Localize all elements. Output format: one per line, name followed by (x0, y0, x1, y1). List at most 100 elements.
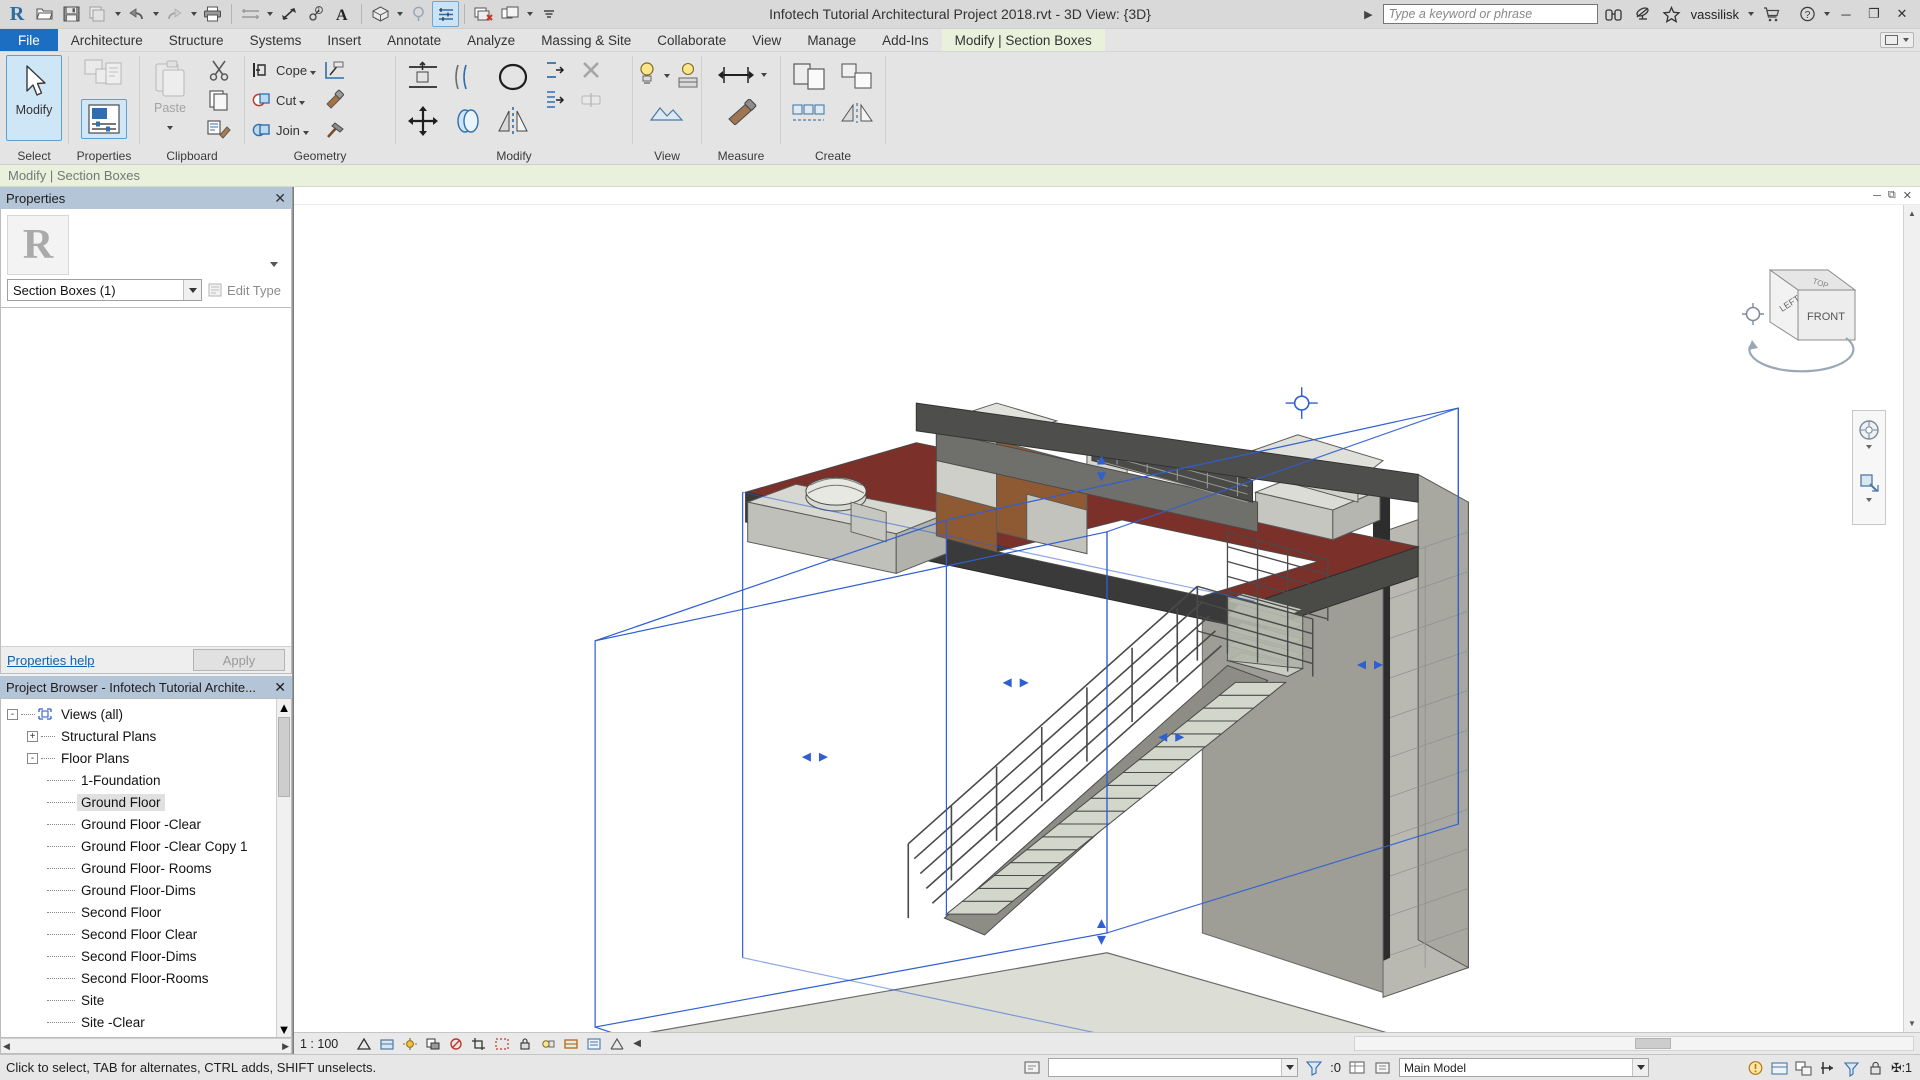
zoom-dropdown-icon[interactable] (1866, 502, 1872, 517)
tree-item[interactable]: - Floor Plans (1, 747, 291, 769)
save-icon[interactable] (58, 1, 85, 27)
worksets-status-icon[interactable] (1347, 1058, 1367, 1078)
filter-status-icon[interactable] (1841, 1058, 1861, 1078)
match-type-properties-icon[interactable] (198, 115, 240, 145)
save-as-dropdown-icon[interactable] (112, 1, 123, 27)
tree-item[interactable]: Ground Floor (1, 791, 291, 813)
view-settings-icon[interactable] (639, 99, 695, 127)
element-type-combo[interactable]: Section Boxes (1) (7, 279, 203, 301)
section-icon[interactable] (405, 1, 432, 27)
view-scale-label[interactable]: 1 : 100 (300, 1037, 338, 1051)
project-browser-scrollbar[interactable]: ▲ ▼ (276, 699, 291, 1037)
view-scroll-down-icon[interactable]: ▼ (1904, 1015, 1920, 1032)
save-as-icon[interactable] (85, 1, 112, 27)
tab-modify-section-boxes[interactable]: Modify | Section Boxes (941, 29, 1105, 51)
view-restore-icon[interactable]: ⧉ (1888, 189, 1896, 202)
trim-extend-multiple-icon[interactable] (538, 85, 572, 115)
tree-item[interactable]: Second Floor Clear (1, 923, 291, 945)
tab-file[interactable]: File (0, 29, 58, 51)
tree-item[interactable]: Second Floor-Dims (1, 945, 291, 967)
search-go-icon[interactable] (1600, 1, 1627, 27)
view-visibility-dropdown-icon[interactable] (662, 63, 673, 89)
hide-elements-icon[interactable] (673, 55, 703, 97)
tree-item[interactable]: - Views (all) (1, 703, 291, 725)
tab-analyze[interactable]: Analyze (454, 29, 528, 51)
view-vertical-scrollbar[interactable]: ▲ ▼ (1903, 205, 1920, 1032)
view-close-icon[interactable]: ✕ (1903, 189, 1912, 202)
minimize-button[interactable]: ─ (1832, 1, 1860, 27)
view-scroll-up-icon[interactable]: ▲ (1904, 205, 1920, 222)
shadows-icon[interactable] (424, 1035, 442, 1052)
mirror-pick-axis-icon[interactable] (490, 99, 536, 143)
demolish-icon[interactable] (318, 115, 352, 145)
hscroll-left-icon[interactable]: ◀ (3, 1041, 10, 1052)
default-3d-view-icon[interactable] (367, 1, 394, 27)
measure-dropdown-ribbon-icon[interactable] (759, 62, 770, 88)
tab-massing-site[interactable]: Massing & Site (528, 29, 644, 51)
collapse-icon[interactable]: - (7, 708, 18, 720)
element-type-dropdown-icon[interactable] (183, 280, 202, 300)
zoom-icon[interactable] (1856, 470, 1882, 496)
temporary-hide-isolate-icon[interactable] (539, 1035, 557, 1052)
tab-collaborate[interactable]: Collaborate (644, 29, 739, 51)
tree-item[interactable]: Second Floor (1, 901, 291, 923)
tree-item[interactable]: Ground Floor-Dims (1, 879, 291, 901)
filter-funnel-icon[interactable] (1304, 1058, 1324, 1078)
project-browser-tree[interactable]: - Views (all) + Structural Plans - Floor Plan… (0, 698, 292, 1038)
properties-help-link[interactable]: Properties help (7, 653, 94, 668)
hide-analytical-model-icon[interactable] (608, 1035, 626, 1052)
measure-between-references-icon[interactable] (713, 55, 759, 95)
switch-windows-dropdown-icon[interactable] (524, 1, 535, 27)
cut-dropdown-icon[interactable] (299, 93, 305, 108)
view-hscroll-thumb[interactable] (1635, 1038, 1671, 1049)
cope-button[interactable]: Cope (249, 55, 318, 85)
properties-parameter-grid[interactable] (0, 308, 292, 646)
show-crop-region-icon[interactable] (493, 1035, 511, 1052)
ribbon-display-options-button[interactable] (1880, 32, 1914, 48)
align-icon[interactable] (400, 55, 446, 99)
type-selector-dropdown-icon[interactable] (267, 257, 281, 271)
tab-annotate[interactable]: Annotate (374, 29, 454, 51)
filter-selection-dropdown-icon[interactable] (1281, 1059, 1298, 1076)
measure-tool-icon[interactable] (715, 95, 767, 129)
active-workset-dropdown-icon[interactable] (1632, 1059, 1649, 1076)
temporary-view-properties-icon[interactable] (585, 1035, 603, 1052)
favorites-star-icon[interactable] (1658, 1, 1685, 27)
create-similar-icon[interactable] (785, 55, 833, 97)
join-dropdown-icon[interactable] (303, 123, 309, 138)
open-icon[interactable] (31, 1, 58, 27)
visual-style-icon[interactable] (378, 1035, 396, 1052)
properties-palette-icon[interactable] (81, 99, 127, 139)
tab-add-ins[interactable]: Add-Ins (869, 29, 942, 51)
steering-wheels-icon[interactable] (1856, 417, 1882, 443)
user-menu-dropdown-icon[interactable] (1745, 1, 1756, 27)
tab-insert[interactable]: Insert (314, 29, 374, 51)
tree-item[interactable]: Second Floor-Rooms (1, 967, 291, 989)
split-icon[interactable] (574, 85, 608, 115)
tree-item[interactable]: Ground Floor -Clear (1, 813, 291, 835)
3d-view-canvas[interactable]: LEFT FRONT TOP ▲ ▼ (294, 205, 1920, 1032)
thin-lines-icon[interactable] (432, 1, 459, 27)
customize-qat-icon[interactable] (535, 1, 562, 27)
measure-icon[interactable] (237, 1, 264, 27)
detail-level-icon[interactable] (355, 1035, 373, 1052)
mirror-project-icon[interactable] (833, 99, 881, 127)
print-icon[interactable] (199, 1, 226, 27)
undo-icon[interactable] (123, 1, 150, 27)
tree-item[interactable]: Site (1, 989, 291, 1011)
paste-button[interactable]: Paste (144, 55, 196, 141)
cut-geometry-button[interactable]: Cut (249, 85, 318, 115)
aligned-dimension-icon[interactable] (275, 1, 302, 27)
text-icon[interactable]: A (329, 1, 356, 27)
array-icon[interactable] (785, 99, 833, 127)
undo-dropdown-icon[interactable] (150, 1, 161, 27)
tab-view[interactable]: View (739, 29, 794, 51)
selection-lock-icon[interactable] (1865, 1058, 1885, 1078)
exclude-options-icon[interactable] (1745, 1058, 1765, 1078)
move-icon[interactable] (400, 99, 446, 143)
tree-item[interactable]: + Structural Plans (1, 725, 291, 747)
offset-icon[interactable] (448, 55, 488, 99)
active-workset-combo[interactable]: Main Model (1399, 1058, 1650, 1077)
view-bar-more-icon[interactable]: ◀ (633, 1038, 641, 1049)
tab-manage[interactable]: Manage (794, 29, 869, 51)
